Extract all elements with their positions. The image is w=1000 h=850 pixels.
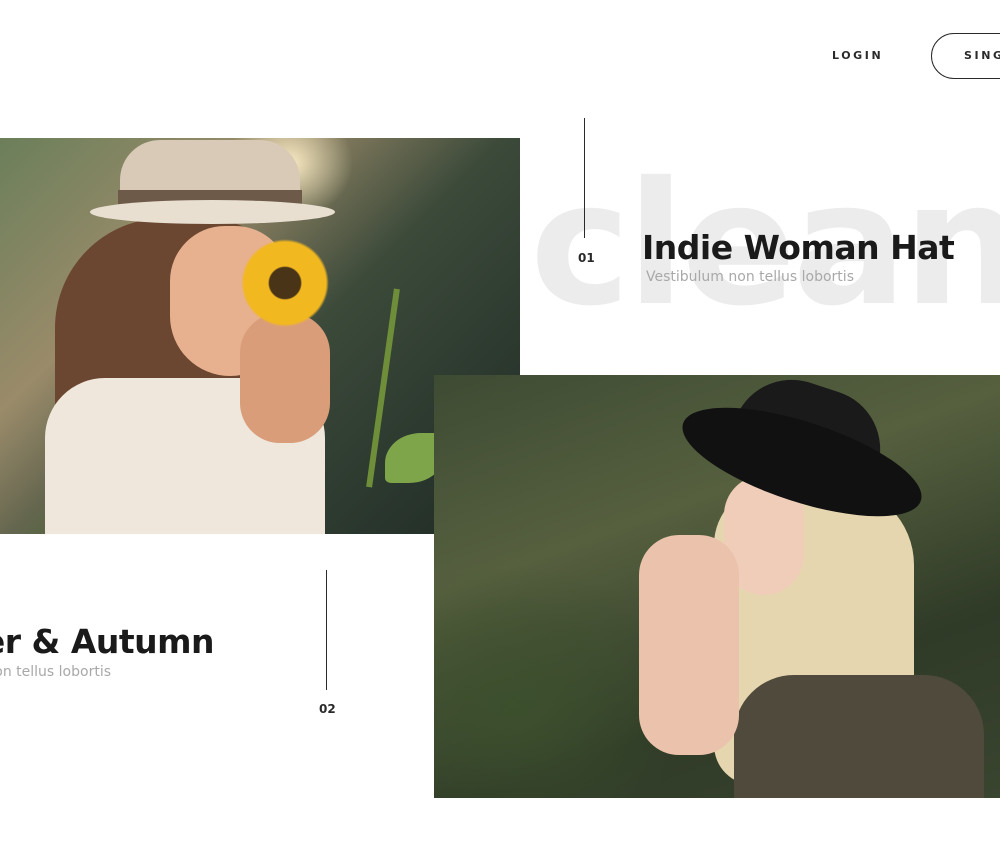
- photo-hands-shape: [639, 535, 739, 755]
- photo-sweater-shape: [734, 675, 984, 798]
- page: clean s LOGIN SINGUP 01 Indie Woman Hat …: [0, 0, 1000, 850]
- login-link[interactable]: LOGIN: [832, 49, 883, 62]
- divider-line: [326, 570, 327, 690]
- feature-number: 02: [319, 702, 336, 716]
- feature-subtitle: Vestibulum non tellus lobortis: [646, 269, 854, 285]
- feature-subtitle: Vestibulum non tellus lobortis: [0, 664, 111, 680]
- sunflower-shape: [235, 233, 335, 333]
- divider-line: [584, 118, 585, 238]
- feature-title[interactable]: Summer & Autumn: [0, 622, 215, 661]
- signup-button[interactable]: SINGUP: [931, 33, 1000, 79]
- feature-image-black-hat[interactable]: [434, 375, 1000, 798]
- feature-number: 01: [578, 251, 595, 265]
- feature-title[interactable]: Indie Woman Hat: [642, 228, 955, 267]
- photo-hat-brim-shape: [90, 200, 335, 224]
